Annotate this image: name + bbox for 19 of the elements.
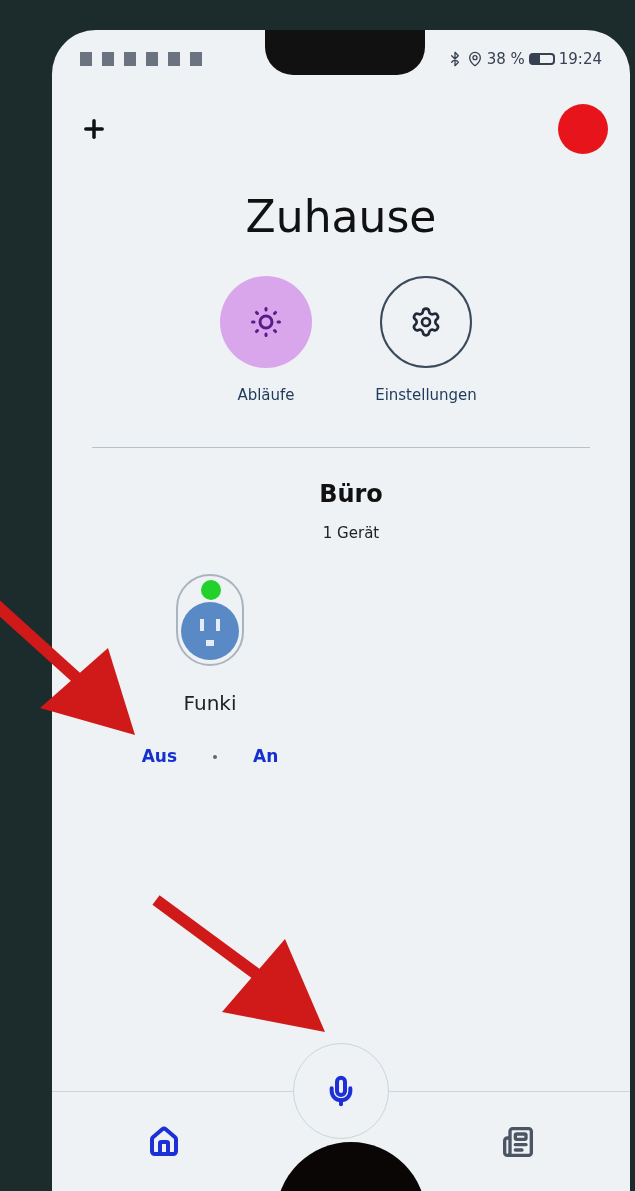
action-label: Abläufe bbox=[237, 385, 295, 406]
off-button[interactable]: Aus bbox=[141, 744, 178, 770]
location-icon bbox=[466, 51, 483, 67]
power-outlet-icon bbox=[181, 602, 239, 660]
home-icon[interactable] bbox=[148, 1125, 180, 1158]
settings-icon bbox=[410, 306, 442, 338]
action-label: Einstellungen bbox=[375, 385, 477, 406]
account-avatar[interactable] bbox=[558, 104, 608, 154]
room-name: Büro bbox=[319, 478, 383, 510]
on-button[interactable]: An bbox=[253, 744, 279, 770]
device-name: Funki bbox=[183, 690, 237, 717]
home-title: Zuhause bbox=[244, 190, 438, 244]
feed-icon[interactable] bbox=[502, 1125, 534, 1158]
device-count: 1 Gerät bbox=[322, 522, 380, 544]
battery-percent: 38 % bbox=[486, 48, 525, 70]
clock-time: 19:24 bbox=[558, 48, 602, 70]
settings-button[interactable] bbox=[380, 276, 472, 368]
battery-icon bbox=[528, 53, 555, 65]
device-tile[interactable] bbox=[176, 574, 244, 666]
